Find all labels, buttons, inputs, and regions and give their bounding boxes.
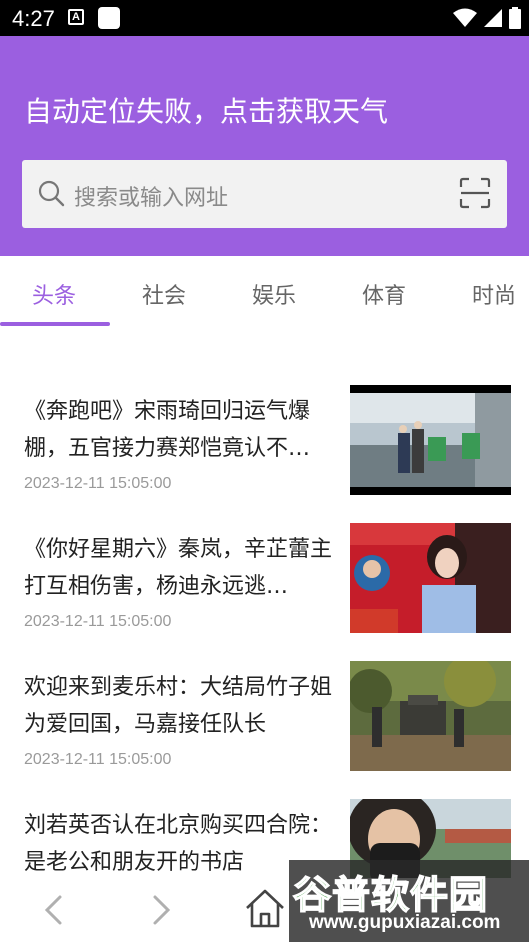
watermark-title: 谷普软件园	[292, 872, 489, 918]
tab-headlines[interactable]: 头条	[32, 278, 76, 310]
news-item[interactable]: 《你好星期六》秦岚，辛芷蕾主打互相伤害，杨迪永远逃… 2023-12-11 15…	[0, 523, 529, 653]
news-title[interactable]: 《奔跑吧》宋雨琦回归运气爆棚，五官接力赛郑恺竟认不…	[24, 393, 334, 467]
variety-show-photo-icon[interactable]	[350, 385, 511, 495]
news-item[interactable]: 《奔跑吧》宋雨琦回归运气爆棚，五官接力赛郑恺竟认不… 2023-12-11 15…	[0, 385, 529, 515]
news-title[interactable]: 《你好星期六》秦岚，辛芷蕾主打互相伤害，杨迪永远逃…	[24, 531, 334, 605]
search-placeholder: 搜索或输入网址	[74, 186, 229, 211]
watermark-logo: 谷普软件园 www.gupuxiazai.com	[289, 860, 529, 942]
weather-prompt[interactable]: 自动定位失败，点击获取天气	[24, 90, 388, 130]
header: 自动定位失败，点击获取天气 搜索或输入网址	[0, 36, 529, 256]
forward-icon[interactable]	[147, 894, 175, 926]
news-time: 2023-12-11 15:05:00	[24, 475, 172, 492]
category-tabs: 头条 社会 娱乐 体育 时尚	[0, 256, 529, 328]
tab-active-indicator	[0, 322, 110, 326]
search-icon	[38, 180, 65, 207]
home-icon[interactable]	[243, 886, 287, 930]
tab-fashion[interactable]: 时尚	[472, 278, 516, 310]
news-title[interactable]: 欢迎来到麦乐村：大结局竹子姐为爱回国，马嘉接任队长	[24, 669, 334, 743]
search-bar[interactable]: 搜索或输入网址	[22, 160, 507, 228]
back-icon[interactable]	[40, 894, 68, 926]
news-time: 2023-12-11 15:05:00	[24, 613, 172, 630]
notification-square-icon	[98, 7, 120, 29]
outdoor-scene-photo-icon[interactable]	[350, 661, 511, 771]
wifi-icon	[453, 8, 477, 27]
battery-icon	[509, 7, 521, 29]
status-indicators	[453, 6, 521, 30]
status-time: 4:27	[12, 6, 55, 31]
watermark-url: www.gupuxiazai.com	[309, 912, 501, 933]
status-bar: 4:27 A	[0, 0, 529, 36]
tv-show-photo-icon[interactable]	[350, 523, 511, 633]
news-item[interactable]: 欢迎来到麦乐村：大结局竹子姐为爱回国，马嘉接任队长 2023-12-11 15:…	[0, 661, 529, 791]
tab-entertainment[interactable]: 娱乐	[252, 278, 296, 310]
news-time: 2023-12-11 15:05:00	[24, 751, 172, 768]
news-title[interactable]: 刘若英否认在北京购买四合院：是老公和朋友开的书店	[24, 807, 334, 881]
signal-icon	[484, 9, 502, 27]
a-notification-icon: A	[68, 9, 84, 25]
tab-society[interactable]: 社会	[142, 278, 186, 310]
scan-icon[interactable]	[459, 177, 491, 209]
tab-sports[interactable]: 体育	[362, 278, 406, 310]
